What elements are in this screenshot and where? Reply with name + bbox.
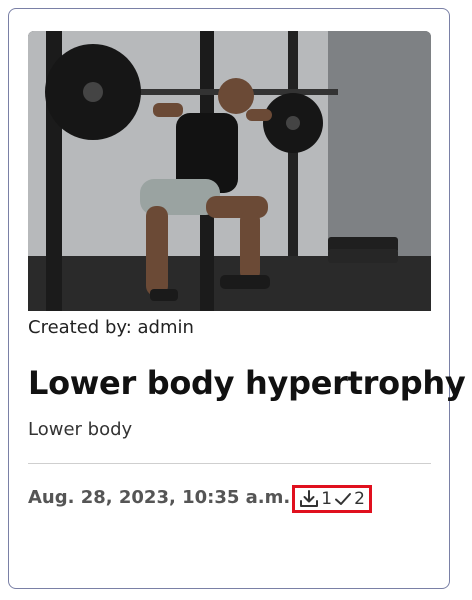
workout-photo bbox=[28, 31, 431, 311]
completion-count: 2 bbox=[354, 489, 365, 509]
squat-illustration bbox=[28, 31, 431, 311]
download-icon[interactable] bbox=[299, 490, 319, 508]
card-footer: Aug. 28, 2023, 10:35 a.m. 1 2 bbox=[28, 485, 372, 513]
stats-highlight: 1 2 bbox=[292, 485, 372, 513]
created-date: Aug. 28, 2023, 10:35 a.m. bbox=[28, 487, 291, 508]
workout-category: Lower body bbox=[28, 419, 133, 440]
download-count: 1 bbox=[321, 489, 333, 509]
created-by-label: Created by: admin bbox=[28, 317, 194, 338]
workout-title[interactable]: Lower body hypertrophy bbox=[28, 361, 466, 405]
check-icon[interactable] bbox=[334, 491, 352, 507]
divider bbox=[28, 463, 431, 464]
workout-card[interactable]: Created by: admin Lower body hypertrophy… bbox=[8, 8, 466, 589]
